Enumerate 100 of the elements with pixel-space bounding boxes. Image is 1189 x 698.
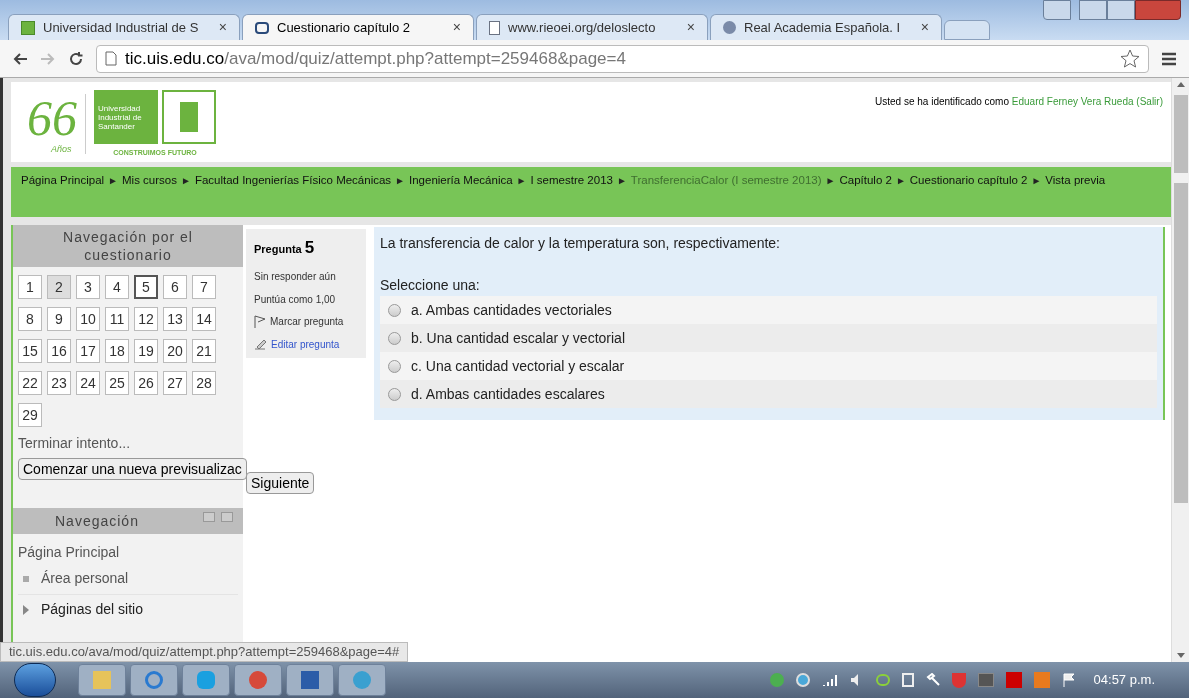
question-number-button[interactable]: 10 (76, 307, 100, 331)
taskbar-button[interactable] (338, 664, 386, 696)
question-number-button[interactable]: 27 (163, 371, 187, 395)
navigation-link[interactable]: Páginas del sitio (41, 599, 143, 620)
question-number-button[interactable]: 26 (134, 371, 158, 395)
question-number-button[interactable]: 4 (105, 275, 129, 299)
browser-tab[interactable]: Universidad Industrial de S × (8, 14, 240, 40)
browser-tab[interactable]: Real Academia Española. I × (710, 14, 942, 40)
answer-option[interactable]: d. Ambas cantidades escalares (380, 380, 1157, 408)
star-icon[interactable] (1120, 48, 1140, 69)
forward-icon[interactable] (40, 51, 56, 66)
browser-tab[interactable]: www.rieoei.org/deloslecto × (476, 14, 708, 40)
question-number-button[interactable]: 15 (18, 339, 42, 363)
question-number-button[interactable]: 23 (47, 371, 71, 395)
option-label: b. Una cantidad escalar y vectorial (411, 328, 625, 348)
new-preview-button[interactable]: Comenzar una nueva previsualizac (18, 458, 247, 480)
edit-question-link[interactable]: Editar pregunta (271, 336, 340, 352)
next-button[interactable]: Siguiente (246, 471, 315, 494)
navigation-link[interactable]: Página Principal (18, 542, 238, 563)
browser-tab[interactable]: Cuestionario capítulo 2 × (242, 14, 474, 40)
scrollbar-thumb[interactable] (1173, 183, 1188, 503)
signal-icon[interactable] (821, 674, 838, 686)
flag-icon[interactable] (254, 314, 266, 329)
question-number-button[interactable]: 24 (76, 371, 100, 395)
scrollbar-thumb[interactable] (1173, 95, 1188, 173)
taskbar-button[interactable] (286, 664, 334, 696)
navigation-link[interactable]: Área personal (41, 568, 129, 589)
question-number-button[interactable]: 12 (134, 307, 158, 331)
taskbar-button[interactable] (234, 664, 282, 696)
navigation-header: Navegación (55, 511, 139, 531)
question-number-button[interactable]: 29 (18, 403, 42, 427)
hammer-icon[interactable] (925, 673, 940, 687)
question-number-button[interactable]: 9 (47, 307, 71, 331)
question-number-button[interactable]: 20 (163, 339, 187, 363)
flag-icon[interactable] (1061, 673, 1076, 687)
question-number-button[interactable]: 21 (192, 339, 216, 363)
user-link[interactable]: Eduard Ferney Vera Rueda (1011, 96, 1134, 107)
question-number-button[interactable]: 6 (163, 275, 187, 299)
question-number-button[interactable]: 28 (192, 371, 216, 395)
vertical-scrollbar[interactable] (1171, 78, 1189, 662)
close-tab-button[interactable]: × (218, 17, 227, 38)
collapse-icon[interactable] (203, 512, 215, 522)
answer-option[interactable]: c. Una cantidad vectorial y escalar (380, 352, 1157, 380)
menu-icon[interactable] (1161, 51, 1177, 66)
breadcrumb-link[interactable]: I semestre 2013 (530, 174, 613, 186)
close-tab-button[interactable]: × (452, 17, 461, 38)
dock-icon[interactable] (221, 512, 233, 522)
question-number-button[interactable]: 11 (105, 307, 129, 331)
bullet-icon (23, 575, 29, 582)
quiz-navigation-header: Navegación por el cuestionario (13, 225, 243, 267)
radio-button[interactable] (388, 331, 401, 345)
question-number-button[interactable]: 1 (18, 275, 42, 299)
finish-attempt-link[interactable]: Terminar intento... (13, 433, 243, 454)
question-number-button[interactable]: 14 (192, 307, 216, 331)
flag-question-link[interactable]: Marcar pregunta (270, 314, 344, 328)
radio-button[interactable] (388, 359, 401, 373)
breadcrumb-link[interactable]: Facultad Ingenierías Físico Mecánicas (194, 174, 392, 186)
scroll-down-icon[interactable] (1176, 653, 1185, 658)
question-number-button[interactable]: 19 (134, 339, 158, 363)
radio-button[interactable] (388, 303, 401, 317)
question-number-button[interactable]: 13 (163, 307, 187, 331)
question-number-button[interactable]: 18 (105, 339, 129, 363)
question-number-button[interactable]: 2 (47, 275, 71, 299)
question-number-button[interactable]: 17 (76, 339, 100, 363)
question-number-button[interactable]: 22 (18, 371, 42, 395)
question-number-button[interactable]: 5 (134, 275, 158, 299)
maximize-button[interactable] (1107, 0, 1135, 20)
question-number-button[interactable]: 3 (76, 275, 100, 299)
question-number-button[interactable]: 8 (18, 307, 42, 331)
breadcrumb-link[interactable]: Capítulo 2 (839, 174, 892, 186)
shield-icon[interactable] (951, 672, 966, 688)
breadcrumb-link[interactable]: Mis cursos (122, 174, 177, 186)
radio-button[interactable] (388, 387, 401, 401)
taskbar-button[interactable] (78, 664, 126, 696)
reload-icon[interactable] (68, 50, 84, 67)
address-field[interactable]: tic.uis.edu.co/ava/mod/quiz/attempt.php?attempt=259468&page=4 (96, 44, 1149, 73)
logout-link[interactable]: (Salir) (1136, 96, 1163, 107)
close-tab-button[interactable]: × (686, 17, 695, 38)
taskbar-button[interactable] (182, 664, 230, 696)
close-window-button[interactable] (1135, 0, 1181, 20)
scroll-up-icon[interactable] (1176, 82, 1185, 87)
close-tab-button[interactable]: × (920, 17, 929, 38)
answer-option[interactable]: b. Una cantidad escalar y vectorial (380, 324, 1157, 352)
question-number-button[interactable]: 16 (47, 339, 71, 363)
breadcrumb-link[interactable]: Cuestionario capítulo 2 (909, 174, 1028, 186)
status-url-bubble: tic.uis.edu.co/ava/mod/quiz/attempt.php?attempt=259468&page=4# (0, 642, 409, 662)
breadcrumb-link[interactable]: Vista previa (1045, 174, 1106, 186)
question-number-button[interactable]: 7 (192, 275, 216, 299)
start-button[interactable] (14, 663, 56, 697)
back-icon[interactable] (12, 51, 28, 66)
breadcrumb-link[interactable]: Ingeniería Mecánica (409, 174, 513, 186)
clock: 04:57 p.m. (1093, 671, 1155, 690)
taskbar-button[interactable] (130, 664, 178, 696)
expand-arrow-icon[interactable] (23, 604, 29, 615)
question-number-button[interactable]: 25 (105, 371, 129, 395)
minimize-button[interactable] (1079, 0, 1107, 20)
breadcrumb-separator: ► (180, 175, 191, 186)
breadcrumb-link[interactable]: Página Principal (21, 174, 105, 186)
answer-option[interactable]: a. Ambas cantidades vectoriales (380, 296, 1157, 324)
new-tab-button[interactable] (944, 20, 990, 40)
